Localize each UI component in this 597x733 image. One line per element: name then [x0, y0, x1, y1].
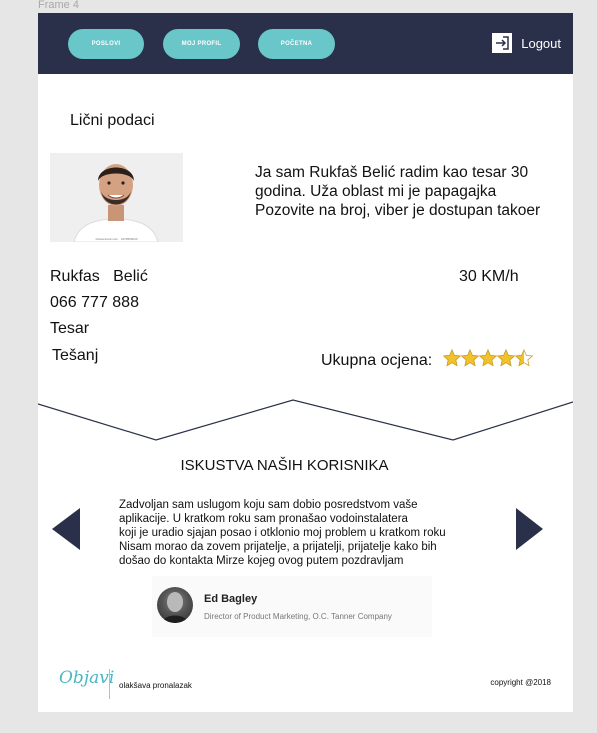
nav-button-moj-profil[interactable]: MOJ PROFIL: [163, 29, 240, 59]
profile-name: Rukfas Belić: [50, 268, 148, 285]
footer-tagline: olakšava pronalazak: [119, 681, 192, 690]
testimonial-line: koji je uradio sjajan posao i otklonio m…: [119, 527, 446, 539]
testimonial-line: došao do kontakta Mirze kojeg ovog putem…: [119, 555, 404, 567]
star-icon: [461, 349, 479, 367]
star-icon: [497, 349, 515, 367]
next-testimonial-button[interactable]: [516, 508, 543, 550]
logout-button[interactable]: Logout: [492, 33, 561, 53]
profile-occupation: Tesar: [50, 320, 90, 337]
testimonial-text: Zadvoljan sam uslugom koju sam dobio pos…: [119, 498, 489, 568]
navbar: POSLOVI MOJ PROFIL POČETNA Logout: [38, 13, 573, 74]
section-title: Lični podaci: [70, 112, 155, 129]
profile-city: Tešanj: [52, 347, 99, 364]
star-icon: [443, 349, 461, 367]
testimonial-line: Zadvoljan sam uslugom koju sam dobio pos…: [119, 499, 418, 511]
profile-price: 30 KM/h: [459, 268, 519, 285]
profile-phone: 066 777 888: [50, 294, 139, 311]
rating-label: Ukupna ocjena:: [321, 352, 433, 369]
star-icon: [515, 349, 533, 367]
avatar: [157, 587, 193, 623]
star-icon: [479, 349, 497, 367]
profile-page: POSLOVI MOJ PROFIL POČETNA Logout Lični …: [38, 13, 573, 712]
testimonials-title: ISKUSTVA NAŠIH KORISNIKA: [180, 457, 389, 474]
bio-text: Ja sam Rukfaš Belić radim kao tesar 30 g…: [255, 164, 541, 219]
nav-button-pocetna[interactable]: POČETNA: [258, 29, 335, 59]
logout-label: Logout: [521, 35, 561, 51]
footer-divider: [109, 669, 110, 699]
testimonial-author-card: Ed Bagley Director of Product Marketing,…: [152, 576, 432, 637]
author-role: Director of Product Marketing, O.C. Tann…: [204, 612, 392, 621]
prev-testimonial-button[interactable]: [52, 508, 80, 550]
profile-photo: shutterstock.com · 1615566040: [50, 153, 183, 242]
frame-label: Frame 4: [38, 0, 79, 11]
testimonial-line: Nisam morao da zovem prijatelje, a prija…: [119, 541, 437, 553]
nav-button-poslovi[interactable]: POSLOVI: [68, 29, 144, 59]
copyright-text: copyright @2018: [490, 678, 551, 687]
logout-icon: [492, 33, 513, 53]
testimonial-line: aplikacije. U kratkom roku sam pronašao …: [119, 513, 408, 525]
objavi-logo[interactable]: Objavi: [59, 668, 114, 688]
photo-caption: shutterstock.com · 1615566040: [95, 237, 138, 241]
rating-stars: [443, 349, 533, 367]
section-divider: [38, 399, 573, 441]
author-name: Ed Bagley: [204, 593, 258, 605]
